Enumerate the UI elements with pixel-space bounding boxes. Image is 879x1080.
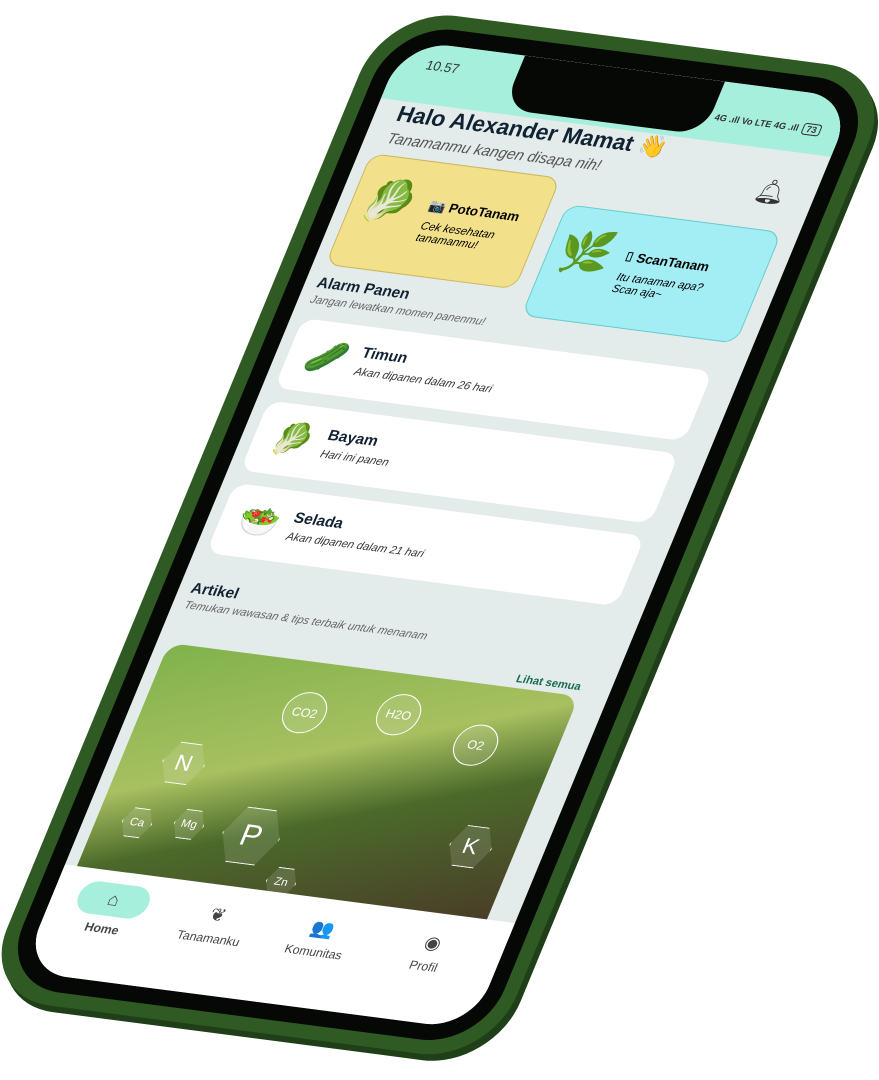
scan-tanam-card[interactable]: 🌿 ⌷ ScanTanam Itu tanaman apa? Scan aja~ xyxy=(521,204,782,344)
card-desc: Cek kesehatan tanamanmu! xyxy=(413,220,497,252)
artikel-subtitle: Temukan wawasan & tips terbaik untuk men… xyxy=(182,599,430,643)
molecule-label: CO2 xyxy=(275,689,334,736)
profile-icon: ◉ xyxy=(421,932,445,954)
card-title: ScanTanam xyxy=(634,250,713,275)
nutrient-label: N xyxy=(154,740,213,786)
item-name: Timun xyxy=(359,344,411,367)
poto-tanam-card[interactable]: 🥬 📷 PotoTanam Cek kesehatan tanamanmu! xyxy=(325,153,561,290)
lettuce-icon: 🥗 xyxy=(231,501,287,542)
leaves-image: 🌿 xyxy=(550,225,622,279)
home-icon: ⌂ xyxy=(72,879,156,921)
phone-screen: 10.57 4G .ıll Vo LTE 4G .ıll 73 Halo Alex… xyxy=(21,40,855,1030)
bell-icon[interactable]: 🔔︎ xyxy=(750,176,792,208)
status-time: 10.57 xyxy=(423,57,462,77)
nutrient-label: Ca xyxy=(116,806,158,839)
item-desc: Hari ini panen xyxy=(318,448,391,469)
community-icon: 👥 xyxy=(307,917,339,940)
wave-icon: 👋 xyxy=(634,132,672,161)
nav-home[interactable]: ⌂ Home xyxy=(54,878,165,941)
plant-icon: ❦ xyxy=(206,904,230,926)
artikel-title: Artikel xyxy=(188,579,242,603)
cucumber-icon: 🥒 xyxy=(299,336,355,377)
nutrient-label: P xyxy=(211,805,291,868)
card-title: PotoTanam xyxy=(446,200,523,225)
camera-icon: 📷 xyxy=(426,197,449,215)
item-desc: Akan dipanen dalam 21 hari xyxy=(284,530,426,561)
item-desc: Akan dipanen dalam 26 hari xyxy=(352,365,494,396)
item-name: Bayam xyxy=(325,427,382,450)
signal-icon: 4G .ıll Vo LTE 4G .ıll xyxy=(712,112,801,133)
nutrient-label: Mg xyxy=(168,808,210,841)
card-desc: Itu tanaman apa? Scan aja~ xyxy=(609,271,706,301)
battery-icon: 73 xyxy=(800,122,823,137)
sick-leaf-image: 🥬 xyxy=(354,174,426,228)
molecule-label: O2 xyxy=(446,722,505,769)
status-icons: 4G .ıll Vo LTE 4G .ıll 73 xyxy=(712,111,823,137)
nutrient-label: K xyxy=(441,824,500,870)
nav-profil[interactable]: ◉ Profil xyxy=(376,927,482,978)
molecule-label: H2O xyxy=(369,691,428,738)
nav-tanamanku[interactable]: ❦ Tanamanku xyxy=(161,900,267,951)
item-name: Selada xyxy=(291,509,347,533)
spinach-icon: 🥬 xyxy=(265,419,321,460)
nav-komunitas[interactable]: 👥 Komunitas xyxy=(266,913,372,964)
